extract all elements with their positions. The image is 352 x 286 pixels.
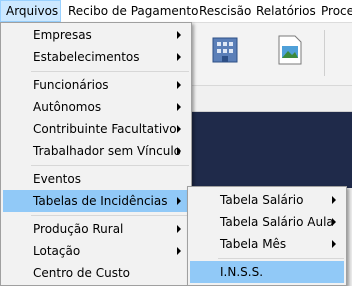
submenu-item-inss[interactable]: I.N.S.S. — [190, 261, 344, 283]
menubar-rescisao[interactable]: Rescisão — [199, 0, 251, 22]
menu-item-label: Centro de Custo — [33, 266, 130, 280]
menu-separator — [31, 71, 189, 72]
menu-item-contribuinte-facultativo[interactable]: Contribuinte Facultativo — [3, 118, 189, 140]
menu-item-label: Empresas — [33, 28, 92, 42]
submenu-arrow-icon — [177, 103, 181, 111]
toolbar-separator — [324, 30, 325, 76]
menu-item-label: Tabela Salário Aula — [220, 215, 334, 229]
menu-separator — [31, 215, 189, 216]
menu-item-label: Contribuinte Facultativo — [33, 122, 177, 136]
menubar-processos[interactable]: Proce — [321, 0, 352, 22]
menu-item-label: Funcionários — [33, 78, 109, 92]
menu-item-label: Estabelecimentos — [33, 50, 140, 64]
submenu-item-tabela-salario[interactable]: Tabela Salário — [190, 189, 344, 211]
submenu-arrow-icon — [177, 81, 181, 89]
submenu-arrow-icon — [177, 31, 181, 39]
companies-toolbar-button[interactable] — [208, 30, 242, 70]
submenu-item-tabela-mes[interactable]: Tabela Mês — [190, 233, 344, 255]
menu-item-autonomos[interactable]: Autônomos — [3, 96, 189, 118]
menu-item-lotacao[interactable]: Lotação — [3, 240, 189, 262]
menu-item-label: Produção Rural — [33, 222, 124, 236]
menu-item-trabalhador-sem-vinculo[interactable]: Trabalhador sem Vínculo — [3, 140, 189, 162]
menu-item-label: Lotação — [33, 244, 81, 258]
menu-item-estabelecimentos[interactable]: Estabelecimentos — [3, 46, 189, 68]
submenu-arrow-icon — [177, 225, 181, 233]
image-document-toolbar-button[interactable] — [272, 30, 306, 70]
image-document-icon — [278, 35, 302, 65]
tabelas-de-incidencias-submenu: Tabela Salário Tabela Salário Aula Tabel… — [187, 186, 347, 286]
menu-bar: Arquivos Recibo de Pagamento Rescisão Re… — [0, 0, 352, 23]
submenu-arrow-icon — [177, 53, 181, 61]
menubar-recibo-de-pagamento[interactable]: Recibo de Pagamento — [68, 0, 198, 22]
menu-item-producao-rural[interactable]: Produção Rural — [3, 218, 189, 240]
menu-item-funcionarios[interactable]: Funcionários — [3, 74, 189, 96]
building-icon — [212, 37, 238, 63]
menubar-arquivos[interactable]: Arquivos — [0, 0, 61, 22]
menu-separator — [218, 258, 344, 259]
submenu-arrow-icon — [177, 197, 181, 205]
menu-item-label: Tabelas de Incidências — [33, 194, 168, 208]
menu-item-label: Autônomos — [33, 100, 102, 114]
submenu-item-tabela-salario-aula[interactable]: Tabela Salário Aula — [190, 211, 344, 233]
menu-item-label: I.N.S.S. — [220, 265, 264, 279]
menu-item-label: Eventos — [33, 172, 81, 186]
secondary-toolbar — [190, 86, 352, 112]
menu-item-centro-de-custo[interactable]: Centro de Custo — [3, 262, 189, 284]
submenu-arrow-icon — [177, 247, 181, 255]
menu-item-tabelas-de-incidencias[interactable]: Tabelas de Incidências — [3, 190, 189, 212]
submenu-arrow-icon — [332, 218, 336, 226]
submenu-arrow-icon — [177, 125, 181, 133]
menu-item-label: Tabela Mês — [220, 237, 287, 251]
submenu-arrow-icon — [332, 196, 336, 204]
menu-separator — [31, 165, 189, 166]
menu-item-label: Trabalhador sem Vínculo — [33, 144, 181, 158]
submenu-arrow-icon — [177, 147, 181, 155]
dark-content-panel — [190, 112, 352, 188]
submenu-arrow-icon — [332, 240, 336, 248]
menu-item-eventos[interactable]: Eventos — [3, 168, 189, 190]
menu-item-empresas[interactable]: Empresas — [3, 24, 189, 46]
menu-item-label: Tabela Salário — [220, 193, 304, 207]
arquivos-dropdown-menu: Empresas Estabelecimentos Funcionários A… — [0, 22, 192, 286]
menubar-relatorios[interactable]: Relatórios — [256, 0, 316, 22]
